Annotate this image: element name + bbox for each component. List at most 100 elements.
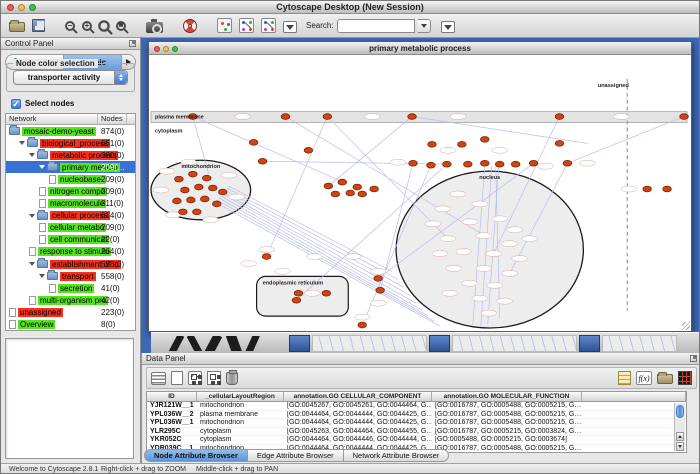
table-cell[interactable]: cytoplasm xyxy=(197,436,284,444)
network-node[interactable] xyxy=(201,196,210,202)
expand-arrow-icon[interactable] xyxy=(39,274,45,278)
table-cell[interactable]: mitochondrion xyxy=(197,419,284,427)
minimize-network-icon[interactable] xyxy=(163,46,169,52)
search-input[interactable] xyxy=(337,19,415,33)
expand-arrow-icon[interactable] xyxy=(39,165,45,169)
network-node[interactable] xyxy=(353,184,362,190)
network-node[interactable] xyxy=(376,287,385,293)
layout-network-icon[interactable] xyxy=(239,18,254,33)
network-overview-icon[interactable] xyxy=(217,18,232,33)
network-node[interactable] xyxy=(529,160,538,166)
expand-arrow-icon[interactable] xyxy=(29,214,35,218)
scroll-up-icon[interactable] xyxy=(676,432,684,441)
table-cell[interactable]: YPL036W__2 xyxy=(147,411,197,419)
tree-row-transport[interactable]: transport558(0) xyxy=(6,270,135,282)
delete-attribute-icon[interactable] xyxy=(226,372,238,385)
birds-eye-view[interactable] xyxy=(5,338,134,459)
tab-node-attribute-browser[interactable]: Node Attribute Browser xyxy=(144,449,248,462)
network-node[interactable] xyxy=(189,171,198,177)
table-row[interactable]: YLR295Ccytoplasm[GO:0045263, GO:0044464,… xyxy=(147,428,686,437)
tree-row-nitrogen-compo[interactable]: nitrogen compo209(0) xyxy=(6,185,135,197)
network-node[interactable] xyxy=(203,175,212,181)
tree-column-network[interactable]: Network xyxy=(6,114,98,124)
table-cell[interactable]: YLR295C xyxy=(147,428,197,436)
tab-edge-attribute-browser[interactable]: Edge Attribute Browser xyxy=(248,449,344,462)
network-node[interactable] xyxy=(555,114,564,120)
network-node[interactable] xyxy=(338,179,347,185)
network-node[interactable] xyxy=(480,160,489,166)
scrollbar-thumb[interactable] xyxy=(676,405,684,418)
network-node[interactable] xyxy=(181,187,190,193)
help-lifering-icon[interactable] xyxy=(183,19,197,33)
network-node[interactable] xyxy=(428,141,437,147)
network-node[interactable] xyxy=(408,114,417,120)
network-node[interactable] xyxy=(370,186,379,192)
tree-row-multi-organism-pro[interactable]: multi-organism pro42(0) xyxy=(6,294,135,306)
window-resize-grip[interactable] xyxy=(682,322,690,330)
network-node[interactable] xyxy=(175,176,184,182)
table-cell[interactable]: plasma membrane xyxy=(197,411,284,419)
tree-row-biological-process[interactable]: biological_process651(0) xyxy=(6,137,135,149)
column-header[interactable]: ID xyxy=(147,392,197,401)
network-node[interactable] xyxy=(195,184,204,190)
minimize-window-icon[interactable] xyxy=(18,4,25,11)
select-attributes-icon[interactable] xyxy=(151,372,166,385)
table-cell[interactable]: YKR052C xyxy=(147,436,197,444)
network-node[interactable] xyxy=(322,290,331,296)
network-node[interactable] xyxy=(555,140,564,146)
table-cell[interactable]: [GO:0016787, GO:0005488, GO:0005215, G… xyxy=(432,419,582,427)
table-cell[interactable]: [GO:0044464, GO:0044446, GO:0044444, G… xyxy=(284,436,432,444)
network-node[interactable] xyxy=(193,209,202,215)
network-node[interactable] xyxy=(208,185,217,191)
tree-row-unassigned[interactable]: unassigned223(0) xyxy=(6,306,135,318)
zoom-out-icon[interactable]: − xyxy=(65,21,75,31)
table-row[interactable]: YKR052Ccytoplasm[GO:0044464, GO:0044446,… xyxy=(147,436,686,445)
table-cell[interactable]: cytoplasm xyxy=(197,428,284,436)
node-color-combo[interactable]: transporter activity xyxy=(13,70,128,85)
search-dropdown-icon[interactable] xyxy=(418,19,431,33)
network-node[interactable] xyxy=(294,290,303,296)
tree-row-cellular-process[interactable]: cellular process614(0) xyxy=(6,210,135,222)
zoom-in-icon[interactable]: + xyxy=(82,21,92,31)
network-node[interactable] xyxy=(292,297,301,303)
table-cell[interactable]: [GO:0045267, GO:0045261, GO:0044464, G… xyxy=(284,402,432,410)
network-node[interactable] xyxy=(443,161,452,167)
expand-arrow-icon[interactable] xyxy=(29,262,35,266)
network-node[interactable] xyxy=(464,161,473,167)
select-nodes-checkbox[interactable] xyxy=(11,99,21,109)
attribute-batch-select-icon[interactable] xyxy=(188,371,202,385)
tree-row-mosaic-demo-yeast[interactable]: mosaic-demo-yeast874(0) xyxy=(6,125,135,137)
expand-arrow-icon[interactable] xyxy=(29,153,35,157)
table-vertical-scrollbar[interactable] xyxy=(674,403,685,451)
attribute-unselect-icon[interactable] xyxy=(207,371,221,385)
network-node[interactable] xyxy=(218,189,227,195)
open-session-icon[interactable] xyxy=(9,22,25,32)
network-edge[interactable] xyxy=(328,117,412,186)
table-cell[interactable]: mitochondrion xyxy=(197,402,284,410)
network-canvas[interactable]: plasma membranecytoplasmmitochondrionnuc… xyxy=(149,55,691,331)
tab-network-attribute-browser[interactable]: Network Attribute Browser xyxy=(344,449,450,462)
network-node[interactable] xyxy=(680,114,689,120)
function-builder-icon[interactable]: f(x) xyxy=(636,371,652,385)
tree-row-cellular-metabo[interactable]: cellular metabo209(0) xyxy=(6,222,135,234)
network-window-title-bar[interactable]: primary metabolic process xyxy=(149,42,691,55)
table-cell[interactable]: [GO:0016787, GO:0005488, GO:0005215, G… xyxy=(432,402,582,410)
network-node[interactable] xyxy=(173,198,182,204)
network-node[interactable] xyxy=(281,114,290,120)
network-node[interactable] xyxy=(304,147,313,153)
table-row[interactable]: YPL036W__1mitochondrion[GO:0044464, GO:0… xyxy=(147,419,686,428)
network-node[interactable] xyxy=(643,186,652,192)
tree-row-primary-metabo[interactable]: primary metabo209(… xyxy=(6,161,135,173)
tree-row-overview[interactable]: Overview8(0) xyxy=(6,319,135,331)
network-node[interactable] xyxy=(179,209,188,215)
network-edge[interactable] xyxy=(327,117,448,239)
network-node[interactable] xyxy=(358,191,367,197)
network-node[interactable] xyxy=(511,161,520,167)
tree-column-nodes[interactable]: Nodes xyxy=(98,114,127,124)
table-cell[interactable]: [GO:0016787, GO:0005488, GO:0005215, G… xyxy=(432,445,582,453)
annotation-icon[interactable] xyxy=(283,21,297,33)
float-panel-icon[interactable] xyxy=(129,40,136,47)
network-node[interactable] xyxy=(324,183,333,189)
close-window-icon[interactable] xyxy=(7,4,14,11)
tree-row-nucleobase-[interactable]: nucleobase-209(0) xyxy=(6,173,135,185)
